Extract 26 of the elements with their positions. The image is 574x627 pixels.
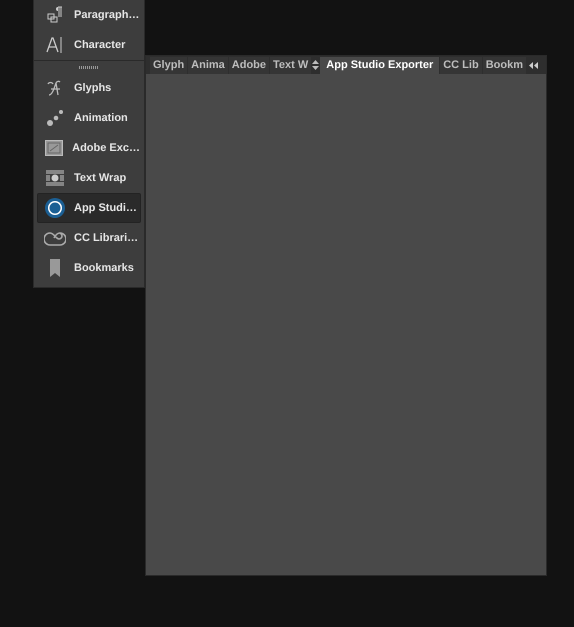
panel-tab[interactable]: Text W	[270, 57, 312, 74]
panel-tab[interactable]: App Studio Exporter	[320, 57, 440, 74]
character-icon	[46, 36, 64, 54]
panel-menu-item[interactable]: Character	[37, 30, 141, 60]
panel-menu-item[interactable]: Paragraph…	[37, 0, 141, 30]
panel-menu-item[interactable]: Animation	[37, 103, 141, 133]
exchange-icon	[45, 140, 64, 156]
collapse-icon[interactable]	[529, 62, 538, 69]
panel-tab[interactable]: Anima	[188, 57, 228, 74]
panel-tab[interactable]: Glyph	[150, 57, 188, 74]
app-studio-icon	[45, 198, 65, 218]
panel-tab[interactable]: Bookm	[482, 57, 526, 74]
panel-menu-item[interactable]: Glyphs	[37, 73, 141, 103]
panel-menu-item[interactable]: Bookmarks	[37, 253, 141, 283]
grip-icon[interactable]	[79, 66, 99, 68]
dots-icon	[46, 109, 64, 127]
text-wrap-icon	[46, 170, 64, 186]
panel-menu-item[interactable]: Text Wrap	[37, 163, 141, 193]
paragraph-icon	[46, 6, 64, 24]
panel-menu-item[interactable]: CC Librari…	[37, 223, 141, 253]
panel-menu-item[interactable]: App Studi…	[37, 193, 141, 223]
creative-cloud-icon	[44, 230, 66, 246]
bookmark-icon	[49, 259, 61, 277]
panel-tab[interactable]: Adobe	[228, 57, 270, 74]
panel-menu-item[interactable]: Adobe Exc…	[37, 133, 141, 163]
panel-tab[interactable]: CC Lib	[440, 57, 482, 74]
